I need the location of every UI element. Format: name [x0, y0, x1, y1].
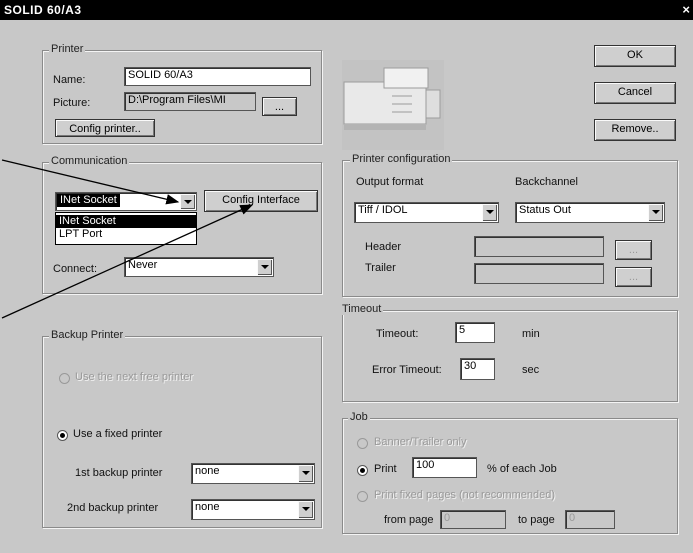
arrow-to-config-interface	[1, 204, 254, 319]
annotation-arrows	[1, 159, 254, 319]
arrow-to-communication-select	[1, 159, 180, 205]
